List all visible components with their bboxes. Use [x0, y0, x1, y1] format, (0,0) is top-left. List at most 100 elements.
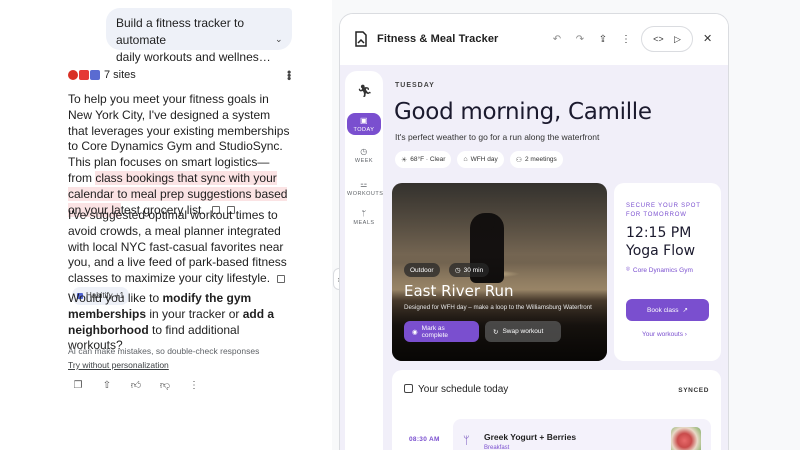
location-pin-icon: ⌾	[626, 266, 630, 273]
nav-workouts[interactable]: ⚍ WORKOUTS	[347, 180, 384, 197]
chip-label: 68°F · Clear	[410, 156, 446, 163]
people-icon: ⚇	[515, 156, 522, 164]
sites-count: 7 sites	[104, 69, 136, 81]
chat-panel: Build a fitness tracker to automate dail…	[0, 0, 332, 450]
nav-label: MEALS	[353, 220, 375, 226]
workout-description: Designed for WFH day – make a loop to th…	[404, 304, 592, 311]
more-options-icon[interactable]: •••	[282, 70, 296, 80]
status-chips: ☀ 68°F · Clear ⌂ WFH day ⚇ 2 meetings	[395, 151, 563, 168]
runner-icon: 🏃︎	[357, 84, 373, 98]
para3-text: Would you like to	[68, 291, 163, 305]
more-options-icon[interactable]: ⋮	[188, 379, 200, 391]
outdoor-tag: Outdoor	[404, 263, 440, 277]
mark-complete-button[interactable]: ◉ Mark as complete	[404, 321, 479, 342]
day-label: TUESDAY	[395, 82, 435, 89]
calendar-source-icon[interactable]	[277, 275, 286, 284]
site-favicon-icon	[90, 70, 100, 80]
refresh-icon: ↻	[493, 328, 499, 336]
weather-chip: ☀ 68°F · Clear	[395, 151, 452, 168]
meetings-chip: ⚇ 2 meetings	[509, 151, 563, 168]
workout-hero-card: Outdoor ◷ 30 min East River Run Designed …	[392, 183, 607, 361]
disclaimer: AI can make mistakes, so double-check re…	[68, 346, 260, 356]
booking-label-line2: FOR TOMORROW	[626, 212, 687, 218]
calendar-icon: ▣	[359, 116, 369, 125]
class-time: 12:15 PM	[626, 225, 692, 241]
app-title: Fitness & Meal Tracker	[377, 33, 499, 45]
share-icon[interactable]: ⇪	[597, 33, 609, 45]
sync-status: SYNCED	[678, 387, 709, 394]
code-icon[interactable]: <>	[653, 34, 664, 44]
fork-icon: ᛘ	[361, 209, 367, 218]
redo-icon[interactable]: ↷	[574, 33, 586, 45]
nav-rail: 🏃︎ ▣ TODAY ◷ WEEK ⚍ WORKOUTS ᛘ MEALS	[345, 71, 383, 450]
nav-label: WORKOUTS	[347, 191, 384, 197]
calendar-icon	[404, 384, 413, 393]
response-paragraph-1: To help you meet your fitness goals in N…	[68, 92, 292, 218]
location-label: Core Dynamics Gym	[632, 266, 693, 274]
screen: Build a fitness tracker to automate dail…	[0, 0, 800, 450]
booking-label: SECURE YOUR SPOT FOR TOMORROW	[626, 202, 701, 220]
duration-tag: ◷ 30 min	[449, 263, 490, 277]
user-prompt-bubble[interactable]: Build a fitness tracker to automate dail…	[106, 8, 292, 64]
para3-text-2: in your tracker or	[146, 306, 243, 321]
copy-icon[interactable]: ❐	[72, 379, 84, 391]
response-actions: ❐ ⇧ 👍︎ 👎︎ ⋮	[72, 379, 200, 392]
tag-label: Outdoor	[410, 266, 434, 274]
workout-title: East River Run	[404, 282, 514, 300]
clock-icon: ◷	[455, 267, 461, 274]
class-booking-card: SECURE YOUR SPOT FOR TOMORROW 12:15 PM Y…	[614, 183, 721, 361]
booking-label-line1: SECURE YOUR SPOT	[626, 203, 701, 209]
response-paragraph-3: Would you like to modify the gym members…	[68, 291, 292, 354]
greeting-heading: Good morning, Camille	[394, 99, 652, 125]
document-sync-icon	[355, 31, 367, 47]
button-label: Mark as complete	[421, 324, 449, 339]
meal-name: Greek Yogurt + Berries	[484, 432, 577, 442]
greeting-subtitle: It's perfect weather to go for a run alo…	[395, 132, 600, 142]
clock-icon: ◷	[360, 147, 368, 156]
site-favicon-icon	[68, 70, 78, 80]
home-icon: ⌂	[463, 156, 468, 163]
chevron-right-icon: ›	[684, 331, 687, 338]
sun-icon: ☀	[401, 156, 408, 164]
chip-label: 2 meetings	[525, 156, 557, 163]
nav-label: WEEK	[354, 158, 374, 164]
para2-text: I've suggested optimal workout times to …	[68, 208, 287, 286]
nav-meals[interactable]: ᛘ MEALS	[347, 209, 381, 226]
close-icon[interactable]: ✕	[703, 32, 712, 45]
wfh-chip: ⌂ WFH day	[457, 151, 504, 168]
undo-icon[interactable]: ↶	[551, 33, 563, 45]
user-prompt-line1: Build a fitness tracker to automate	[116, 16, 245, 47]
thumbs-down-icon[interactable]: 👎︎	[159, 379, 171, 391]
schedule-time: 08:30 AM	[409, 436, 440, 443]
swap-workout-button[interactable]: ↻ Swap workout	[485, 321, 561, 342]
try-without-personalization-link[interactable]: Try without personalization	[68, 360, 169, 370]
button-label: Swap workout	[502, 328, 544, 335]
external-link-icon: ↗	[682, 307, 688, 314]
user-prompt-line2: daily workouts and wellness routines	[116, 50, 274, 64]
link-label: Your workouts	[642, 331, 683, 338]
app-preview-panel: Fitness & Meal Tracker ↶ ↷ ⇪ ⋮ <> ▷ ✕ 🏃︎…	[339, 13, 729, 450]
meal-type: Breakfast	[484, 445, 510, 450]
tag-label: 30 min	[463, 266, 484, 274]
check-circle-icon: ◉	[412, 328, 418, 336]
chevron-down-icon[interactable]: ⌄	[275, 31, 285, 44]
meal-image	[671, 427, 701, 450]
youtube-favicon-icon	[79, 70, 89, 80]
nav-week[interactable]: ◷ WEEK	[347, 147, 381, 164]
play-icon[interactable]: ▷	[674, 34, 681, 45]
your-workouts-link[interactable]: Your workouts ›	[642, 331, 687, 338]
schedule-title: Your schedule today	[418, 384, 509, 395]
thumbs-up-icon[interactable]: 👍︎	[130, 379, 142, 391]
schedule-item[interactable]: ᛘ Greek Yogurt + Berries Breakfast	[453, 419, 711, 450]
app-body: 🏃︎ ▣ TODAY ◷ WEEK ⚍ WORKOUTS ᛘ MEALS TUE…	[340, 65, 728, 450]
nav-today[interactable]: ▣ TODAY	[347, 113, 381, 135]
fork-knife-icon: ᛘ	[463, 435, 470, 447]
share-icon[interactable]: ⇧	[101, 379, 113, 391]
dumbbell-icon: ⚍	[360, 180, 368, 189]
more-options-icon[interactable]: ⋮	[620, 33, 632, 45]
button-label: Book class	[647, 306, 679, 314]
class-location: ⌾ Core Dynamics Gym	[626, 266, 693, 274]
book-class-button[interactable]: Book class ↗	[626, 299, 709, 321]
schedule-card: Your schedule today SYNCED 08:30 AM ᛘ Gr…	[392, 370, 721, 450]
sources-row[interactable]: 7 sites	[68, 68, 136, 82]
